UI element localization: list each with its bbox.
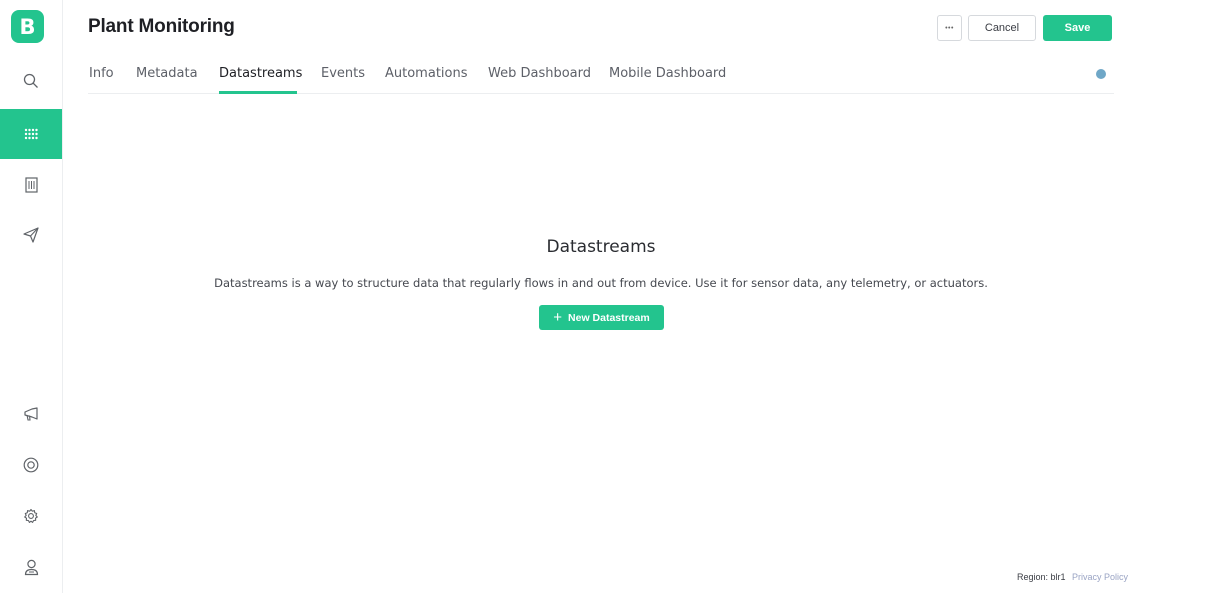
empty-state-description: Datastreams is a way to structure data t…	[214, 276, 988, 290]
plus-icon: +	[553, 309, 563, 326]
new-datastream-button[interactable]: + New Datastream	[539, 305, 664, 330]
cancel-button[interactable]: Cancel	[968, 15, 1036, 41]
footer: Region: blr1 Privacy Policy	[1017, 572, 1128, 582]
tab-automations[interactable]: Automations	[385, 66, 468, 81]
tab-info[interactable]: Info	[89, 66, 114, 81]
tab-datastreams[interactable]: Datastreams	[219, 66, 302, 81]
logo[interactable]: B	[11, 10, 44, 43]
info-icon[interactable]	[1096, 69, 1106, 79]
search-icon[interactable]	[0, 56, 62, 106]
user-icon[interactable]	[0, 542, 62, 592]
more-options-button[interactable]: •••	[937, 15, 962, 41]
tab-events[interactable]: Events	[321, 66, 365, 81]
tab-metadata[interactable]: Metadata	[136, 66, 198, 81]
tab-bar: Info Metadata Datastreams Events Automat…	[88, 60, 1114, 94]
announcement-icon[interactable]	[0, 389, 62, 439]
help-icon[interactable]	[0, 440, 62, 490]
organization-icon[interactable]	[0, 160, 62, 210]
tab-web-dashboard[interactable]: Web Dashboard	[488, 66, 591, 81]
save-button[interactable]: Save	[1043, 15, 1112, 41]
templates-grid-icon[interactable]	[0, 109, 62, 159]
empty-state-title: Datastreams	[546, 237, 656, 257]
settings-icon[interactable]	[0, 491, 62, 541]
tab-mobile-dashboard[interactable]: Mobile Dashboard	[609, 66, 726, 81]
privacy-policy-link[interactable]: Privacy Policy	[1072, 572, 1128, 582]
sidebar: B	[0, 0, 63, 593]
region-label: Region: blr1	[1017, 572, 1066, 582]
new-datastream-label: New Datastream	[568, 311, 650, 324]
active-tab-indicator	[219, 91, 297, 94]
page-title: Plant Monitoring	[88, 16, 235, 37]
